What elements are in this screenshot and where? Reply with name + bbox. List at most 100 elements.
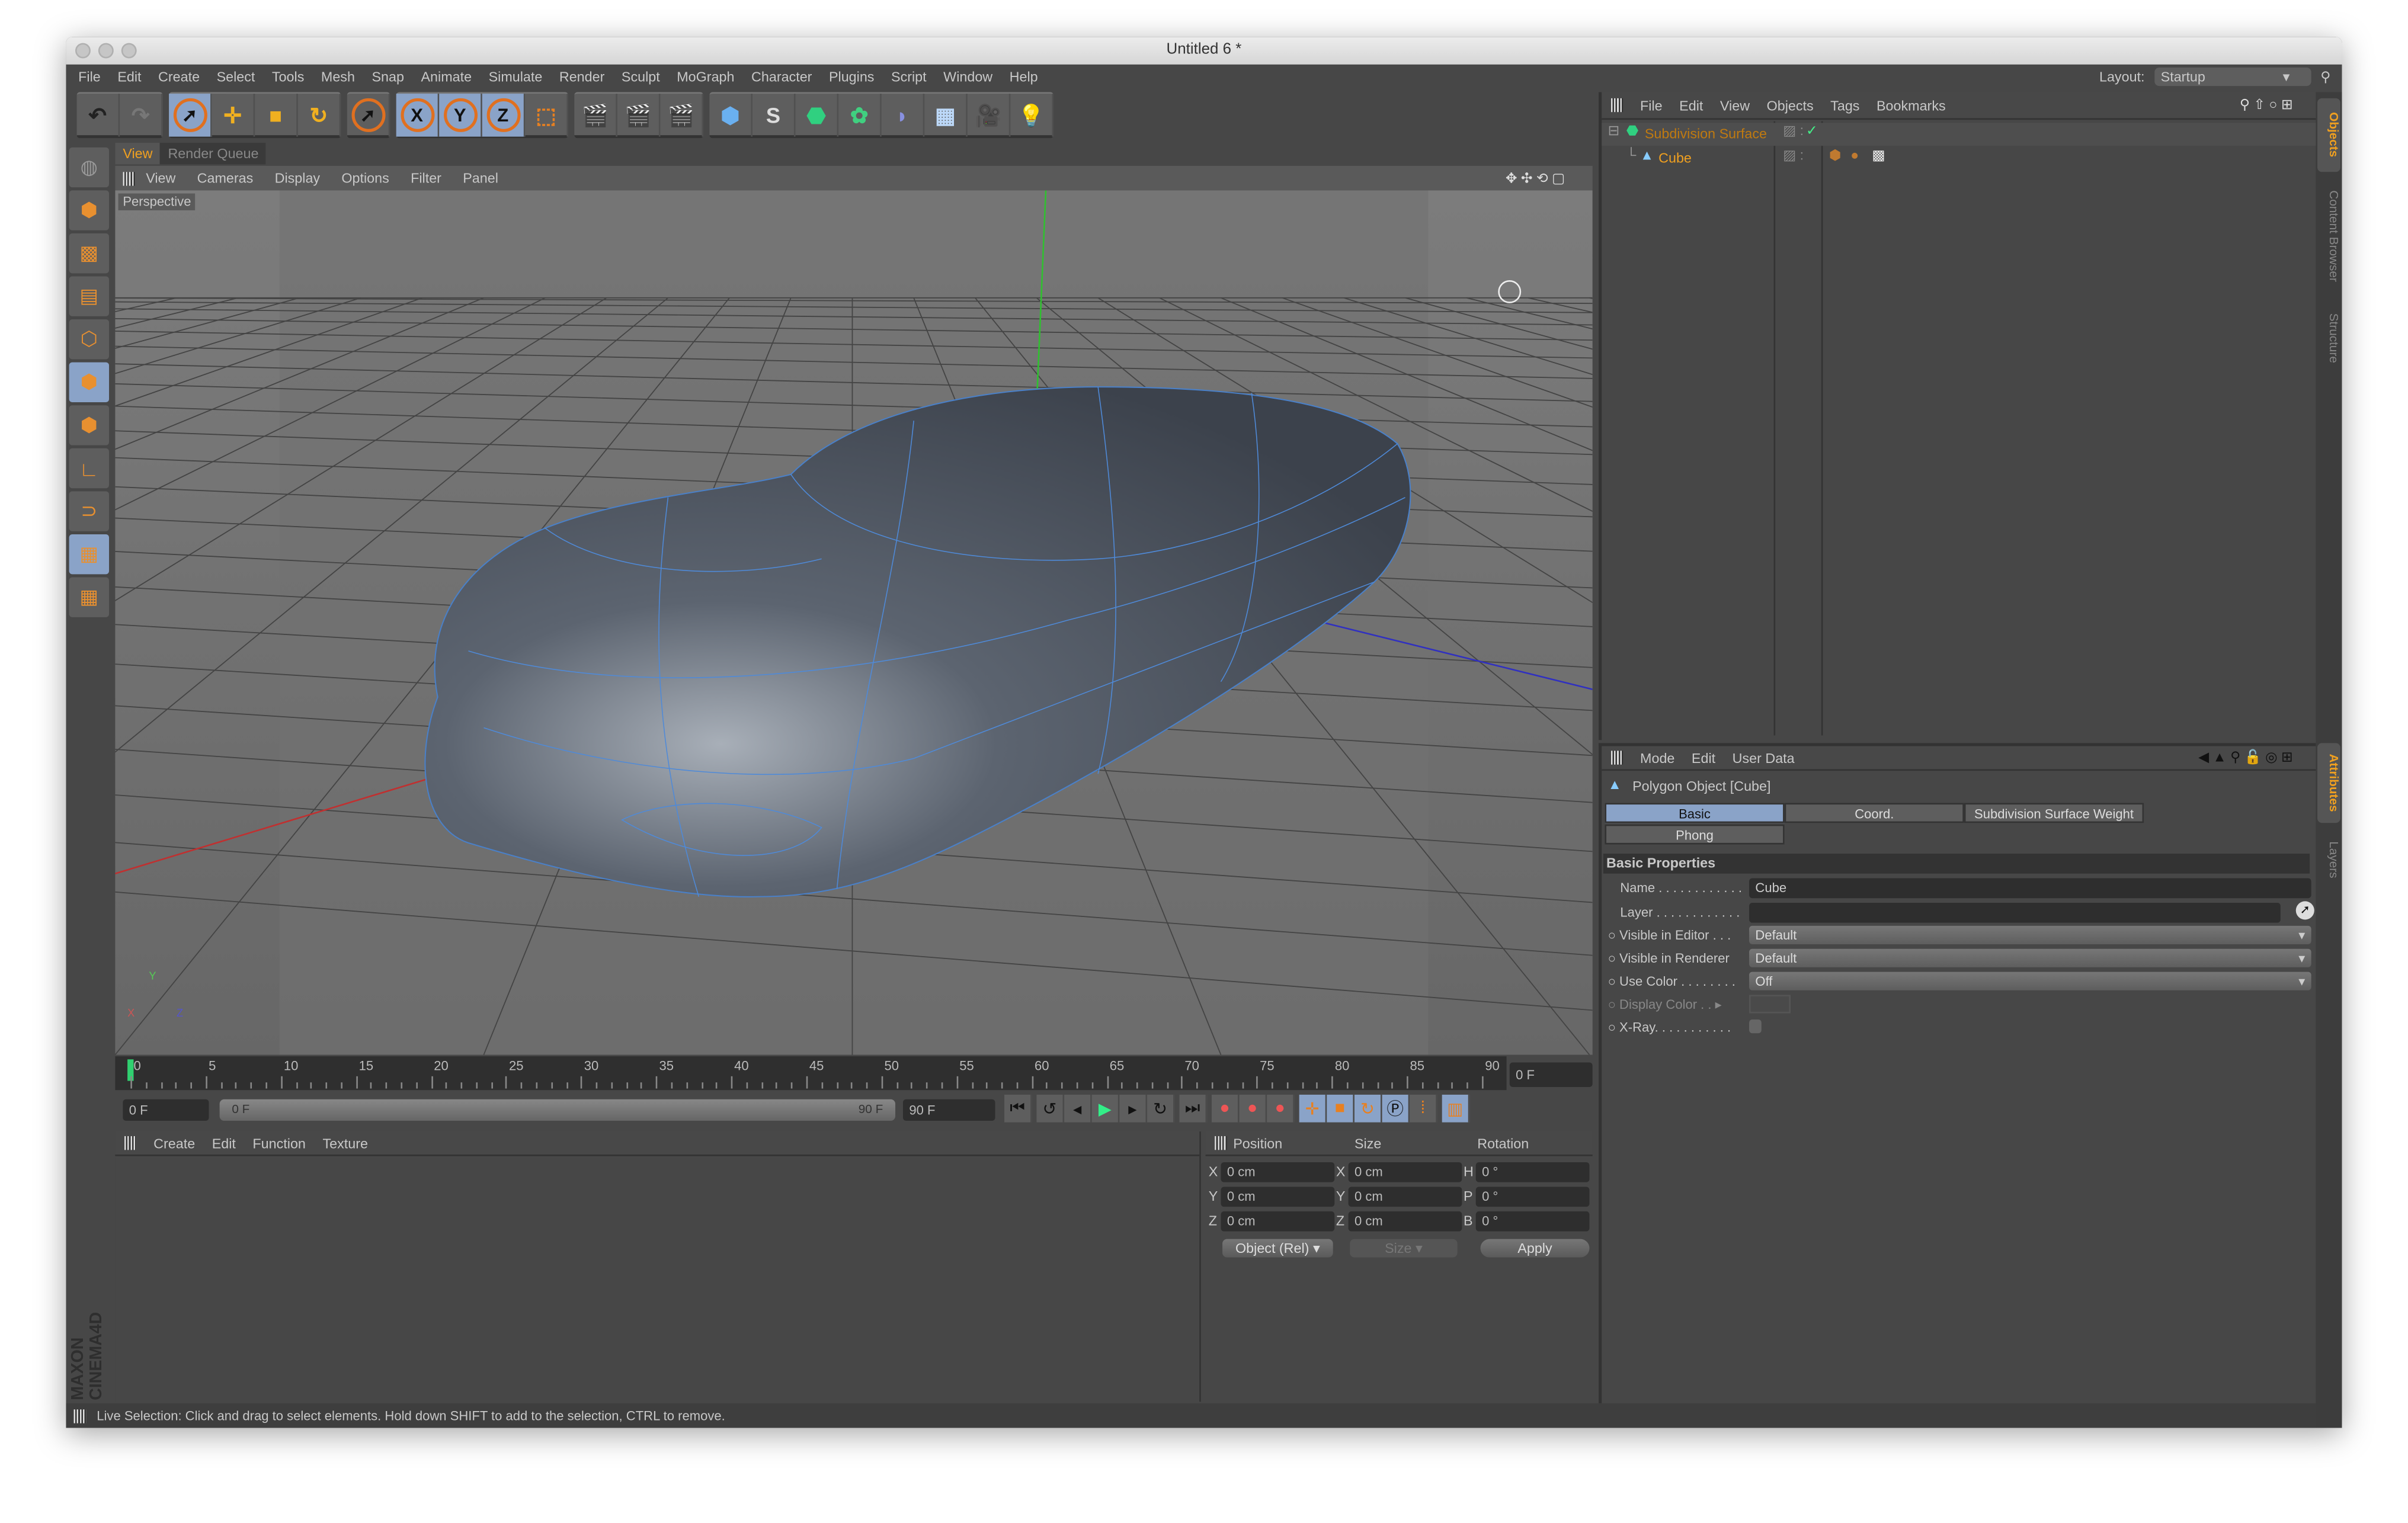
key-scale-icon[interactable]: ■ (1327, 1094, 1354, 1123)
menu-plugins[interactable]: Plugins (829, 69, 875, 85)
panel-grip-icon[interactable] (1215, 1136, 1227, 1150)
key-rotation-icon[interactable]: ↻ (1354, 1094, 1382, 1123)
go-to-end-icon[interactable]: ⏭ (1179, 1094, 1208, 1123)
visibility-toggle-icon[interactable]: ▨ : (1783, 123, 1804, 140)
workplane-mode-icon[interactable]: ▤ (69, 276, 110, 316)
move-icon[interactable]: ✛ (212, 94, 255, 137)
display-color-swatch[interactable] (1749, 995, 1791, 1014)
panel-grip-icon[interactable] (1610, 751, 1624, 765)
model-mode-icon[interactable]: ⬢ (69, 190, 110, 230)
close-window-button[interactable] (75, 43, 91, 59)
y-axis-lock-button[interactable]: Y (439, 94, 482, 137)
viewport-menu-view[interactable]: View (146, 171, 175, 186)
subdivision-surface-icon[interactable]: ⬣ (796, 94, 839, 137)
tab-subdivision-surface-weight[interactable]: Subdivision Surface Weight (1964, 803, 2144, 823)
spline-pen-icon[interactable]: S (752, 94, 796, 137)
menu-sculpt[interactable]: Sculpt (622, 69, 660, 85)
collapse-icon[interactable]: ⊟ (1608, 123, 1620, 140)
rotation-field[interactable]: 0 ° (1475, 1162, 1590, 1182)
end-frame-field[interactable]: 90 F (902, 1099, 995, 1121)
next-key-icon[interactable]: ↻ (1147, 1094, 1175, 1123)
tab-content-browser[interactable]: Content Browser (2317, 178, 2340, 295)
cube-primitive-icon[interactable]: ⬢ (709, 94, 752, 137)
polygons-mode-icon[interactable]: ⬢ (69, 405, 110, 445)
light-icon[interactable]: 💡 (1010, 94, 1054, 137)
visible-in-editor-select[interactable]: Default (1749, 925, 2311, 944)
pick-layer-icon[interactable]: ➚ (2295, 901, 2314, 920)
rotation-field[interactable]: 0 ° (1475, 1187, 1590, 1207)
render-view-icon[interactable]: 🎬 (574, 94, 617, 137)
tab-coord[interactable]: Coord. (1784, 803, 1964, 823)
go-to-start-icon[interactable]: ⏮ (1004, 1094, 1032, 1123)
menu-simulate[interactable]: Simulate (489, 69, 543, 85)
workplane-lock-icon[interactable]: ▦ (69, 534, 110, 575)
objects-menu-tags[interactable]: Tags (1830, 98, 1859, 113)
menu-snap[interactable]: Snap (372, 69, 404, 85)
previous-frame-icon[interactable]: ◂ (1064, 1094, 1092, 1123)
object-manager-tools-icons[interactable]: ⚲ ⇧ ○ ⊞ (2240, 97, 2293, 114)
use-color-select[interactable]: Off (1749, 971, 2311, 990)
undo-icon[interactable]: ↶ (77, 94, 120, 137)
key-point-level-icon[interactable]: ⁞ (1410, 1094, 1437, 1123)
material-tag-icon[interactable]: ▩ (1872, 148, 1885, 165)
viewport-navigation-icons[interactable]: ✥ ✣ ⟲ ▢ (1506, 169, 1565, 187)
minimize-window-button[interactable] (98, 43, 114, 59)
panel-grip-icon[interactable] (1610, 98, 1624, 113)
menu-script[interactable]: Script (891, 69, 927, 85)
tab-render-queue[interactable]: Render Queue (160, 143, 267, 165)
start-frame-field[interactable]: 0 F (123, 1099, 209, 1121)
scale-icon[interactable]: ■ (255, 94, 298, 137)
tab-objects[interactable]: Objects (2317, 98, 2340, 172)
menu-window[interactable]: Window (943, 69, 992, 85)
x-axis-lock-button[interactable]: X (396, 94, 440, 137)
viewport-menu-options[interactable]: Options (341, 171, 389, 186)
viewport-menu-panel[interactable]: Panel (463, 171, 498, 186)
rotate-icon[interactable]: ↻ (298, 94, 341, 137)
name-input[interactable]: Cube (1749, 878, 2311, 899)
menu-create[interactable]: Create (158, 69, 200, 85)
phong-tag-icon[interactable]: ● (1850, 148, 1859, 163)
objects-menu-edit[interactable]: Edit (1679, 98, 1703, 113)
visible-in-renderer-select[interactable]: Default (1749, 948, 2311, 967)
timeline-window-icon[interactable]: ▥ (1442, 1094, 1470, 1123)
tab-layers[interactable]: Layers (2317, 829, 2340, 891)
deformer-icon[interactable]: ◗ (882, 94, 925, 137)
object-name[interactable]: Subdivision Surface (1645, 123, 1767, 146)
x-ray-checkbox[interactable] (1749, 1019, 1762, 1034)
live-selection-icon[interactable]: ➚ (169, 94, 212, 137)
size-field[interactable]: 0 cm (1348, 1187, 1462, 1207)
visibility-toggle-icon[interactable]: ▨ : (1783, 148, 1804, 165)
attr-menu-edit[interactable]: Edit (1692, 750, 1715, 765)
viewport-menu-display[interactable]: Display (275, 171, 320, 186)
object-name[interactable]: Cube (1658, 148, 1692, 171)
tab-attributes[interactable]: Attributes (2317, 743, 2340, 823)
planar-workplane-icon[interactable]: ▦ (69, 577, 110, 617)
current-frame-field[interactable]: 0 F (1509, 1062, 1593, 1087)
menu-mograph[interactable]: MoGraph (677, 69, 734, 85)
object-row-cube[interactable]: └ ▲ Cube ▨ : ⬢ ● ▩ (1602, 148, 2319, 171)
menu-file[interactable]: File (78, 69, 101, 85)
edges-mode-icon[interactable]: ⬢ (69, 362, 110, 403)
objects-menu-view[interactable]: View (1720, 98, 1750, 113)
tab-basic[interactable]: Basic (1605, 803, 1785, 823)
menu-edit[interactable]: Edit (117, 69, 141, 85)
autokey-icon[interactable]: ● (1239, 1094, 1267, 1123)
menu-animate[interactable]: Animate (421, 69, 472, 85)
menu-select[interactable]: Select (217, 69, 255, 85)
position-field[interactable]: 0 cm (1221, 1187, 1335, 1207)
panel-grip-icon[interactable] (123, 171, 136, 185)
attr-navigation-icons[interactable]: ◀ ▲ ⚲ 🔓 ◎ ⊞ (2198, 749, 2292, 767)
3d-viewport[interactable]: Perspective Y X Z (115, 190, 1593, 1055)
size-field[interactable]: 0 cm (1348, 1211, 1462, 1232)
texture-mode-icon[interactable]: ▩ (69, 233, 110, 274)
panel-grip-icon[interactable] (124, 1136, 137, 1150)
menu-help[interactable]: Help (1010, 69, 1038, 85)
menu-character[interactable]: Character (751, 69, 812, 85)
objects-menu-bookmarks[interactable]: Bookmarks (1877, 98, 1946, 113)
coordinate-mode-select[interactable]: Object (Rel) ▾ (1222, 1239, 1333, 1258)
viewport-menu-cameras[interactable]: Cameras (197, 171, 254, 186)
previous-key-icon[interactable]: ↺ (1036, 1094, 1065, 1123)
search-icon[interactable]: ⚲ (2320, 68, 2330, 85)
attr-menu-mode[interactable]: Mode (1640, 750, 1674, 765)
tab-phong[interactable]: Phong (1605, 824, 1785, 845)
